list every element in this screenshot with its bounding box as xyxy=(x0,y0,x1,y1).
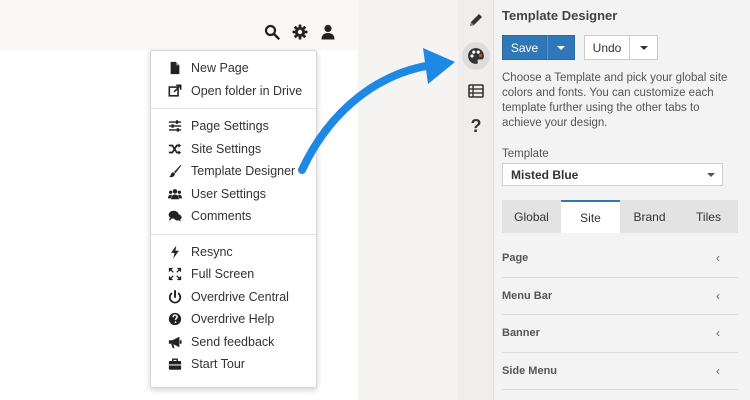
bullhorn-icon xyxy=(165,335,185,349)
section-label: Page xyxy=(502,252,529,264)
menu-item-template-designer[interactable]: Template Designer xyxy=(151,160,316,183)
menu-item-label: Resync xyxy=(191,244,233,259)
panel-title: Template Designer xyxy=(502,8,618,23)
canvas: New Page Open folder in Drive Page Setting… xyxy=(0,0,750,400)
chevron-left-icon: ‹ xyxy=(716,288,720,303)
search-icon[interactable] xyxy=(264,24,280,40)
designer-icon-strip: ? xyxy=(458,0,494,400)
menu-item-label: Send feedback xyxy=(191,334,275,349)
menu-item-label: Overdrive Central xyxy=(191,289,289,304)
menu-group: New Page Open folder in Drive xyxy=(151,51,316,108)
external-link-icon xyxy=(165,84,185,98)
section-label: Banner xyxy=(502,327,540,339)
section-side-menu[interactable]: Side Menu ‹ xyxy=(502,353,720,389)
section-label: Menu Bar xyxy=(502,289,553,302)
menu-item-label: Template Designer xyxy=(191,164,296,179)
chevron-down-icon xyxy=(557,45,565,50)
chevron-left-icon: ‹ xyxy=(716,251,720,265)
question-icon[interactable]: ? xyxy=(467,116,485,136)
menu-item-label: New Page xyxy=(191,61,249,76)
chevron-left-icon: ‹ xyxy=(716,326,720,340)
chevron-left-icon: ‹ xyxy=(716,363,720,378)
designer-tabs: Global Site Brand Tiles xyxy=(502,200,738,233)
template-select[interactable]: Misted Blue xyxy=(502,163,723,186)
menu-item-resync[interactable]: Resync xyxy=(151,241,316,264)
menu-item-label: Full Screen xyxy=(191,267,255,282)
menu-group: Page Settings Site Settings Template Desig… xyxy=(151,108,316,234)
menu-item-open-folder-in-drive[interactable]: Open folder in Drive xyxy=(151,80,316,103)
list-icon[interactable] xyxy=(467,82,485,100)
top-toolbar xyxy=(264,24,336,40)
chevron-down-icon xyxy=(707,173,715,177)
menu-group: Resync Full Screen Overdrive Central Overdr… xyxy=(151,233,316,382)
gear-icon[interactable] xyxy=(292,24,308,40)
menu-item-page-settings[interactable]: Page Settings xyxy=(151,115,316,138)
menu-item-comments[interactable]: Comments xyxy=(151,205,316,228)
menu-item-label: Open folder in Drive xyxy=(191,83,303,98)
tab-brand[interactable]: Brand xyxy=(620,200,679,233)
undo-split-button: Undo xyxy=(584,35,658,60)
chevron-down-icon xyxy=(639,45,648,50)
save-split-button: Save xyxy=(502,35,575,60)
expand-icon xyxy=(165,267,185,281)
section-divider xyxy=(502,389,738,390)
bolt-icon xyxy=(165,245,185,259)
menu-item-label: User Settings xyxy=(191,186,267,201)
undo-options-button[interactable] xyxy=(630,35,658,60)
tab-global[interactable]: Global xyxy=(502,200,561,233)
comments-icon xyxy=(165,209,185,223)
menu-item-overdrive-central[interactable]: Overdrive Central xyxy=(151,286,316,309)
menu-item-site-settings[interactable]: Site Settings xyxy=(151,138,316,161)
paint-brush-icon xyxy=(165,164,185,178)
menu-item-label: Comments xyxy=(191,209,252,224)
file-icon xyxy=(165,61,185,75)
menu-item-user-settings[interactable]: User Settings xyxy=(151,183,316,206)
panel-description: Choose a Template and pick your global s… xyxy=(502,72,728,129)
template-designer-panel: Template Designer Save Undo Choose a Tem… xyxy=(494,0,750,400)
save-button[interactable]: Save xyxy=(502,35,547,60)
page-margin xyxy=(358,0,458,400)
question-circle-icon xyxy=(165,312,185,326)
template-label: Template xyxy=(502,148,549,160)
power-icon xyxy=(165,289,185,304)
template-select-value: Misted Blue xyxy=(511,167,579,182)
action-buttons: Save Undo xyxy=(502,35,658,60)
briefcase-icon xyxy=(165,357,185,371)
shuffle-icon xyxy=(165,142,185,156)
save-options-button[interactable] xyxy=(547,35,575,60)
tab-tiles[interactable]: Tiles xyxy=(679,200,738,233)
palette-icon[interactable] xyxy=(467,47,485,65)
user-icon[interactable] xyxy=(320,24,336,40)
section-page[interactable]: Page ‹ xyxy=(502,240,720,276)
page-area: New Page Open folder in Drive Page Setting… xyxy=(0,0,358,400)
menu-item-start-tour[interactable]: Start Tour xyxy=(151,353,316,376)
menu-item-label: Site Settings xyxy=(191,141,262,156)
menu-item-overdrive-help[interactable]: Overdrive Help xyxy=(151,308,316,331)
tab-site[interactable]: Site xyxy=(561,200,620,233)
menu-item-new-page[interactable]: New Page xyxy=(151,57,316,80)
menu-item-label: Page Settings xyxy=(191,119,269,134)
undo-button[interactable]: Undo xyxy=(584,35,630,60)
pencil-icon[interactable] xyxy=(467,11,485,29)
settings-dropdown-menu: New Page Open folder in Drive Page Setting… xyxy=(150,50,317,388)
menu-item-full-screen[interactable]: Full Screen xyxy=(151,263,316,286)
section-banner[interactable]: Banner ‹ xyxy=(502,315,720,351)
users-icon xyxy=(165,187,185,201)
menu-item-label: Overdrive Help xyxy=(191,312,275,327)
menu-item-label: Start Tour xyxy=(191,357,245,372)
menu-item-send-feedback[interactable]: Send feedback xyxy=(151,331,316,354)
section-menu-bar[interactable]: Menu Bar ‹ xyxy=(502,278,720,314)
section-label: Side Menu xyxy=(502,364,558,377)
sliders-icon xyxy=(165,119,185,133)
